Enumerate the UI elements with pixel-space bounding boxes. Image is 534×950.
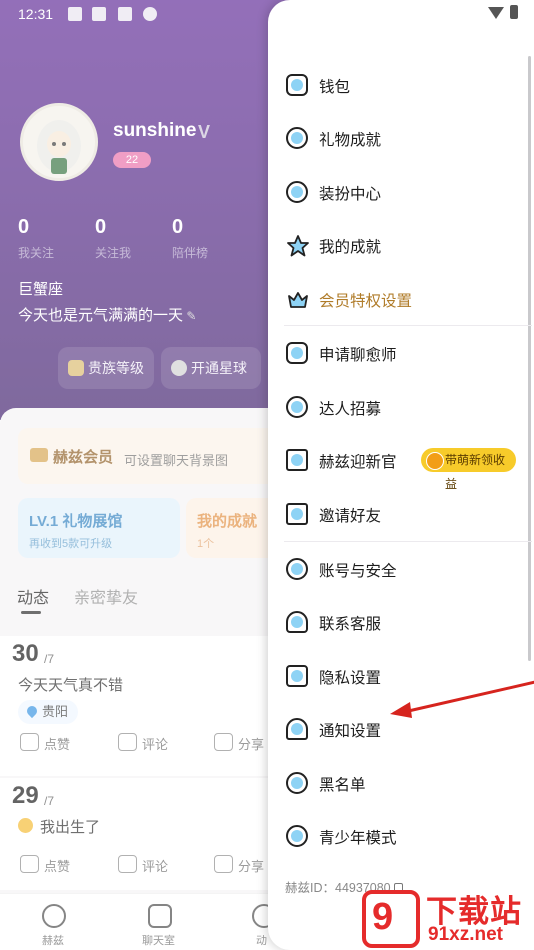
annotation-arrow bbox=[390, 680, 534, 718]
menu-item-gift-achievement[interactable]: 礼物成就 bbox=[284, 119, 516, 159]
drawer-scrollbar[interactable] bbox=[528, 56, 531, 661]
watermark-logo: 9 bbox=[362, 890, 420, 948]
watermark: 9 下载站 91xz.net bbox=[360, 884, 534, 950]
lock-icon bbox=[286, 665, 308, 687]
gift-achievement-icon bbox=[286, 127, 308, 149]
menu-item-vip-privileges[interactable]: 会员特权设置 bbox=[284, 280, 516, 320]
headset-icon bbox=[286, 611, 308, 633]
badge-icon bbox=[286, 396, 308, 418]
crown-icon bbox=[286, 288, 308, 310]
wallet-icon bbox=[286, 74, 308, 96]
teen-icon bbox=[286, 825, 308, 847]
account-icon bbox=[286, 558, 308, 580]
battery-icon bbox=[510, 5, 518, 19]
menu-item-customer-service[interactable]: 联系客服 bbox=[284, 603, 516, 643]
divider bbox=[284, 541, 532, 542]
heart-chat-icon bbox=[286, 342, 308, 364]
bell-icon bbox=[286, 718, 308, 740]
watermark-url: 91xz.net bbox=[428, 924, 503, 945]
menu-item-wallet[interactable]: 钱包 bbox=[284, 66, 516, 106]
menu-item-newcomer-host[interactable]: 赫兹迎新官 带萌新领收益 bbox=[284, 441, 516, 491]
newcomer-icon bbox=[286, 449, 308, 471]
side-drawer: 钱包 礼物成就 装扮中心 我的成就 会员特权设置 申请聊愈师 达人招募 赫兹迎新… bbox=[268, 0, 534, 950]
divider bbox=[284, 325, 532, 326]
wifi-icon bbox=[488, 7, 504, 19]
star-icon bbox=[286, 234, 309, 257]
newcomer-reward-tag[interactable]: 带萌新领收益 bbox=[421, 448, 516, 491]
menu-item-my-achievements[interactable]: 我的成就 bbox=[284, 226, 516, 266]
blacklist-icon bbox=[286, 772, 308, 794]
menu-item-dressup-center[interactable]: 装扮中心 bbox=[284, 173, 516, 213]
invite-icon bbox=[286, 503, 308, 525]
menu-item-teen-mode[interactable]: 青少年模式 bbox=[284, 817, 516, 857]
system-icons bbox=[488, 5, 518, 22]
menu-item-blacklist[interactable]: 黑名单 bbox=[284, 764, 516, 804]
menu-item-invite-friends[interactable]: 邀请好友 bbox=[284, 495, 516, 535]
menu-item-apply-healer[interactable]: 申请聊愈师 bbox=[284, 334, 516, 374]
menu-item-talent-recruit[interactable]: 达人招募 bbox=[284, 388, 516, 428]
menu-item-account-security[interactable]: 账号与安全 bbox=[284, 550, 516, 590]
dressup-icon bbox=[286, 181, 308, 203]
